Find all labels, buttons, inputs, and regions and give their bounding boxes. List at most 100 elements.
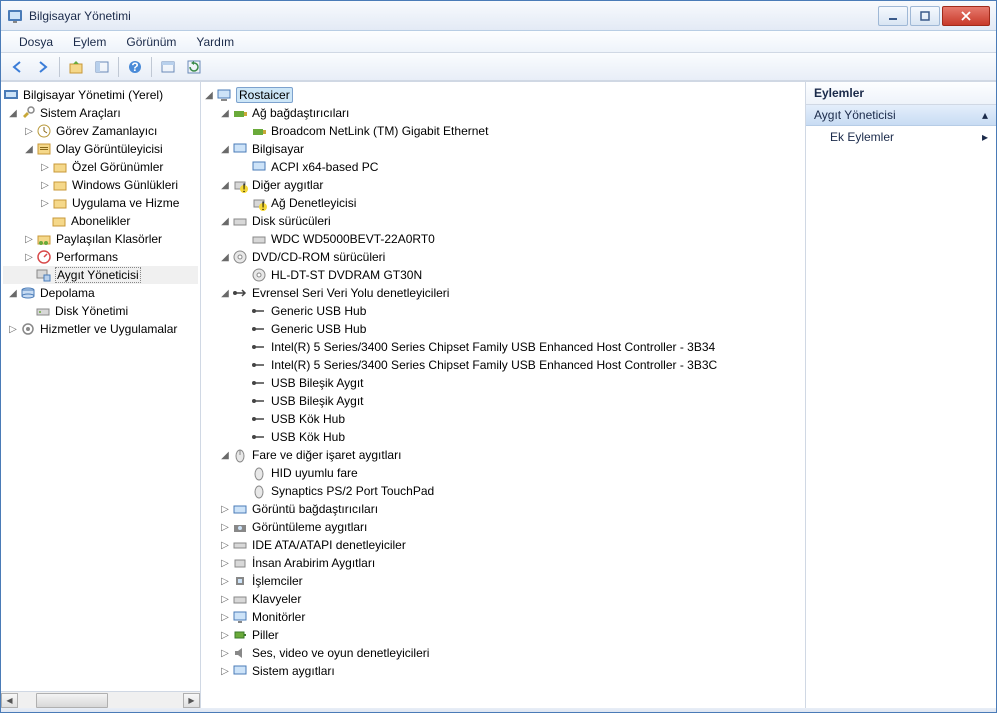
collapse-icon[interactable]: ▴ xyxy=(982,108,988,122)
scroll-right-button[interactable]: ▶ xyxy=(183,693,200,708)
expander-icon[interactable]: ◢ xyxy=(219,107,231,119)
cat-monitors[interactable]: ▷Monitörler xyxy=(203,608,803,626)
expander-icon[interactable]: ▷ xyxy=(219,593,231,605)
expander-icon[interactable]: ▷ xyxy=(219,575,231,587)
cat-imaging-devices[interactable]: ▷Görüntüleme aygıtları xyxy=(203,518,803,536)
device-item[interactable]: Intel(R) 5 Series/3400 Series Chipset Fa… xyxy=(203,356,803,374)
scroll-thumb[interactable] xyxy=(36,693,108,708)
expander-icon[interactable]: ◢ xyxy=(7,287,19,299)
cat-system-devices[interactable]: ▷Sistem aygıtları xyxy=(203,662,803,680)
expander-icon[interactable]: ▷ xyxy=(219,521,231,533)
tree-subscriptions[interactable]: Abonelikler xyxy=(3,212,198,230)
expander-icon[interactable]: ▷ xyxy=(219,611,231,623)
menu-help[interactable]: Yardım xyxy=(186,33,244,51)
tree-windows-logs[interactable]: ▷Windows Günlükleri xyxy=(3,176,198,194)
tree-root[interactable]: Bilgisayar Yönetimi (Yerel) xyxy=(3,86,198,104)
device-item[interactable]: HL-DT-ST DVDRAM GT30N xyxy=(203,266,803,284)
cat-sound[interactable]: ▷Ses, video ve oyun denetleyicileri xyxy=(203,644,803,662)
device-root[interactable]: ◢Rostaicer xyxy=(203,86,803,104)
tree-custom-views[interactable]: ▷Özel Görünümler xyxy=(3,158,198,176)
tree-disk-management[interactable]: Disk Yönetimi xyxy=(3,302,198,320)
tree-event-viewer[interactable]: ◢Olay Görüntüleyicisi xyxy=(3,140,198,158)
menu-view[interactable]: Görünüm xyxy=(116,33,186,51)
device-item[interactable]: Generic USB Hub xyxy=(203,302,803,320)
cat-computer[interactable]: ◢Bilgisayar xyxy=(203,140,803,158)
back-button[interactable] xyxy=(5,55,29,79)
expander-icon[interactable]: ▷ xyxy=(39,197,51,209)
tree-system-tools[interactable]: ◢Sistem Araçları xyxy=(3,104,198,122)
up-button[interactable] xyxy=(64,55,88,79)
tree-shared-folders[interactable]: ▷Paylaşılan Klasörler xyxy=(3,230,198,248)
expander-icon[interactable]: ▷ xyxy=(219,647,231,659)
cat-hid[interactable]: ▷İnsan Arabirim Aygıtları xyxy=(203,554,803,572)
device-item[interactable]: Intel(R) 5 Series/3400 Series Chipset Fa… xyxy=(203,338,803,356)
device-item[interactable]: USB Kök Hub xyxy=(203,428,803,446)
expander-icon[interactable]: ▷ xyxy=(39,179,51,191)
device-item[interactable]: HID uyumlu fare xyxy=(203,464,803,482)
device-item[interactable]: ACPI x64-based PC xyxy=(203,158,803,176)
expander-icon[interactable]: ▷ xyxy=(219,665,231,677)
scroll-left-button[interactable]: ◀ xyxy=(1,693,18,708)
scroll-track[interactable] xyxy=(18,693,183,708)
expander-icon[interactable]: ▷ xyxy=(39,161,51,173)
tree-performance[interactable]: ▷Performans xyxy=(3,248,198,266)
expander-icon[interactable]: ▷ xyxy=(219,629,231,641)
device-item[interactable]: Synaptics PS/2 Port TouchPad xyxy=(203,482,803,500)
maximize-button[interactable] xyxy=(910,6,940,26)
expander-icon[interactable]: ◢ xyxy=(7,107,19,119)
help-button[interactable]: ? xyxy=(123,55,147,79)
expander-icon[interactable]: ▷ xyxy=(23,125,35,137)
device-tree-pane[interactable]: ◢Rostaicer ◢Ağ bağdaştırıcıları Broadcom… xyxy=(201,82,806,708)
properties-button[interactable] xyxy=(156,55,180,79)
expander-icon[interactable]: ◢ xyxy=(23,143,35,155)
show-hide-tree-button[interactable] xyxy=(90,55,114,79)
expander-icon[interactable]: ◢ xyxy=(219,449,231,461)
device-item[interactable]: !Ağ Denetleyicisi xyxy=(203,194,803,212)
expander-icon[interactable]: ◢ xyxy=(219,287,231,299)
cat-usb-controllers[interactable]: ◢Evrensel Seri Veri Yolu denetleyicileri xyxy=(203,284,803,302)
expander-icon[interactable]: ◢ xyxy=(203,89,215,101)
minimize-button[interactable] xyxy=(878,6,908,26)
cat-disk-drives[interactable]: ◢Disk sürücüleri xyxy=(203,212,803,230)
menu-file[interactable]: Dosya xyxy=(9,33,63,51)
tree-services-apps[interactable]: ▷Hizmetler ve Uygulamalar xyxy=(3,320,198,338)
cat-mice[interactable]: ◢Fare ve diğer işaret aygıtları xyxy=(203,446,803,464)
cat-ide-controllers[interactable]: ▷IDE ATA/ATAPI denetleyiciler xyxy=(203,536,803,554)
expander-icon[interactable]: ▷ xyxy=(219,503,231,515)
expander-icon[interactable]: ◢ xyxy=(219,143,231,155)
close-button[interactable] xyxy=(942,6,990,26)
expander-icon[interactable]: ▷ xyxy=(219,557,231,569)
forward-button[interactable] xyxy=(31,55,55,79)
cat-network-adapters[interactable]: ◢Ağ bağdaştırıcıları xyxy=(203,104,803,122)
actions-section[interactable]: Aygıt Yöneticisi ▴ xyxy=(806,105,996,126)
cat-other-devices[interactable]: ◢!Diğer aygıtlar xyxy=(203,176,803,194)
tree-task-scheduler[interactable]: ▷Görev Zamanlayıcı xyxy=(3,122,198,140)
tree-storage[interactable]: ◢Depolama xyxy=(3,284,198,302)
scope-tree[interactable]: Bilgisayar Yönetimi (Yerel) ◢Sistem Araç… xyxy=(1,82,200,691)
cat-batteries[interactable]: ▷Piller xyxy=(203,626,803,644)
device-item[interactable]: USB Bileşik Aygıt xyxy=(203,374,803,392)
expander-icon[interactable]: ▷ xyxy=(219,539,231,551)
cat-keyboards[interactable]: ▷Klavyeler xyxy=(203,590,803,608)
expander-icon[interactable]: ◢ xyxy=(219,215,231,227)
cat-display-adapters[interactable]: ▷Görüntü bağdaştırıcıları xyxy=(203,500,803,518)
menu-action[interactable]: Eylem xyxy=(63,33,116,51)
expander-icon[interactable]: ◢ xyxy=(219,179,231,191)
content-area: Bilgisayar Yönetimi (Yerel) ◢Sistem Araç… xyxy=(1,81,996,708)
device-item[interactable]: Generic USB Hub xyxy=(203,320,803,338)
refresh-button[interactable] xyxy=(182,55,206,79)
device-item[interactable]: WDC WD5000BEVT-22A0RT0 xyxy=(203,230,803,248)
device-item[interactable]: USB Kök Hub xyxy=(203,410,803,428)
cat-processors[interactable]: ▷İşlemciler xyxy=(203,572,803,590)
device-item[interactable]: USB Bileşik Aygıt xyxy=(203,392,803,410)
tree-device-manager[interactable]: Aygıt Yöneticisi xyxy=(3,266,198,284)
expander-icon[interactable]: ▷ xyxy=(23,251,35,263)
actions-more[interactable]: Ek Eylemler ▸ xyxy=(806,126,996,148)
expander-icon[interactable]: ▷ xyxy=(23,233,35,245)
horizontal-scrollbar[interactable]: ◀ ▶ xyxy=(1,691,200,708)
device-item[interactable]: Broadcom NetLink (TM) Gigabit Ethernet xyxy=(203,122,803,140)
cat-dvd-drives[interactable]: ◢DVD/CD-ROM sürücüleri xyxy=(203,248,803,266)
expander-icon[interactable]: ◢ xyxy=(219,251,231,263)
tree-app-services-logs[interactable]: ▷Uygulama ve Hizme xyxy=(3,194,198,212)
expander-icon[interactable]: ▷ xyxy=(7,323,19,335)
